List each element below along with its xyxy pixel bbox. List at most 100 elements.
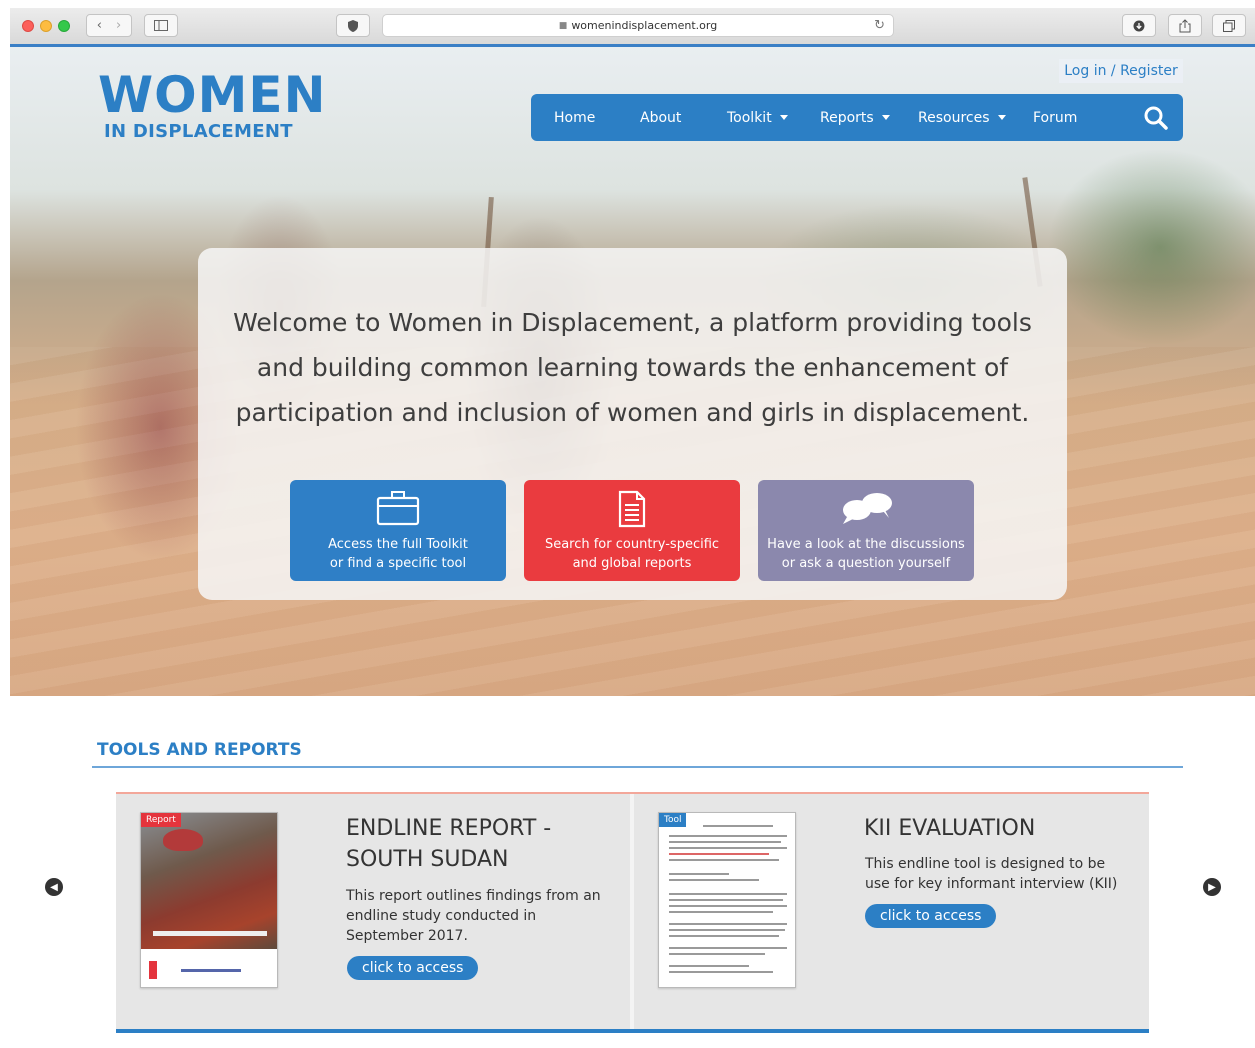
doc-text-line: [669, 879, 759, 881]
privacy-shield-button[interactable]: [336, 14, 370, 37]
forum-cta-button[interactable]: Have a look at the discussions or ask a …: [758, 480, 974, 581]
minimize-window-button[interactable]: [40, 20, 52, 32]
card-title-line: ENDLINE REPORT -: [346, 816, 552, 841]
doc-text-line: [703, 825, 773, 827]
welcome-message: Welcome to Women in Displacement, a plat…: [233, 308, 1032, 427]
tabs-icon: [1223, 19, 1235, 32]
card-description-line: September 2017.: [346, 928, 468, 944]
cover-logo-mark: [149, 961, 157, 979]
cta-label-line: or ask a question yourself: [781, 556, 951, 571]
card-description-line: endline study conducted in: [346, 908, 537, 924]
caret-down-icon: [779, 115, 788, 120]
carousel-next-button[interactable]: ▶: [1203, 878, 1221, 896]
doc-text-line: [669, 859, 779, 861]
nav-resources[interactable]: Resources: [918, 94, 1006, 141]
logo-subtitle: IN DISPLACEMENT: [104, 121, 293, 142]
cta-label-line: Search for country-specific: [544, 537, 720, 552]
lock-icon: ■: [558, 20, 568, 31]
reload-icon[interactable]: ↻: [874, 18, 885, 33]
reports-cta-button[interactable]: Search for country-specific and global r…: [524, 480, 740, 581]
chevron-right-icon: ▶: [1208, 881, 1216, 893]
report-tag: Report: [141, 813, 181, 827]
chevron-left-icon: ◀: [50, 881, 58, 893]
nav-home-label: Home: [554, 109, 596, 126]
site-logo[interactable]: WOMEN IN DISPLACEMENT: [98, 69, 326, 142]
caret-down-icon: [997, 115, 1006, 120]
section-divider: [92, 766, 1183, 768]
sidebar-icon: [154, 20, 168, 31]
doc-text-line: [669, 841, 781, 843]
cover-title-bar: [153, 931, 267, 936]
card-description: This report outlines findings from an en…: [346, 886, 601, 946]
doc-text-line: [669, 947, 787, 949]
nav-reports[interactable]: Reports: [820, 94, 890, 141]
doc-text-line: [669, 899, 783, 901]
nav-reports-label: Reports: [820, 109, 874, 126]
download-icon: [1133, 20, 1145, 31]
click-to-access-button[interactable]: click to access: [347, 956, 479, 980]
tools-reports-heading: TOOLS AND REPORTS: [97, 740, 302, 760]
nav-resources-label: Resources: [918, 109, 990, 126]
nav-toolkit-label: Toolkit: [727, 109, 772, 126]
card-title: ENDLINE REPORT - SOUTH SUDAN: [346, 813, 551, 875]
report-cover-thumbnail[interactable]: Report: [140, 812, 278, 988]
cta-label: Have a look at the discussions or ask a …: [758, 535, 974, 573]
tool-document-thumbnail[interactable]: Tool: [658, 812, 796, 988]
search-icon[interactable]: [1143, 105, 1169, 131]
back-icon[interactable]: ‹: [97, 18, 102, 33]
doc-text-line: [669, 853, 769, 855]
click-to-access-button[interactable]: click to access: [865, 904, 997, 928]
card-description: This endline tool is designed to be use …: [865, 854, 1117, 894]
card-description-line: This endline tool is designed to be: [865, 856, 1106, 872]
doc-text-line: [669, 935, 779, 937]
welcome-panel: Welcome to Women in Displacement, a plat…: [198, 248, 1067, 600]
share-icon: [1179, 18, 1191, 32]
carousel-prev-button[interactable]: ◀: [45, 878, 63, 896]
downloads-button[interactable]: [1122, 14, 1156, 37]
doc-text-line: [669, 911, 773, 913]
nav-home[interactable]: Home: [554, 94, 595, 141]
cover-photo-headscarf: [163, 829, 203, 851]
nav-toolkit[interactable]: Toolkit: [727, 94, 788, 141]
browser-toolbar: ‹ › ■ womenindisplacement.org ↻: [10, 8, 1255, 45]
share-button[interactable]: [1168, 14, 1202, 37]
doc-text-line: [669, 953, 765, 955]
back-forward-buttons[interactable]: ‹ ›: [86, 14, 132, 37]
doc-text-line: [669, 893, 787, 895]
doc-text-line: [669, 847, 787, 849]
cta-label-line: or find a specific tool: [329, 556, 467, 571]
sidebar-toggle-button[interactable]: [144, 14, 178, 37]
card-description-line: This report outlines findings from an: [346, 888, 601, 904]
doc-text-line: [669, 929, 785, 931]
url-text: womenindisplacement.org: [571, 19, 718, 32]
cta-label-line: and global reports: [572, 556, 692, 571]
document-icon: [618, 490, 646, 528]
nav-forum[interactable]: Forum: [1033, 94, 1077, 141]
doc-text-line: [669, 873, 729, 875]
cta-label-line: Have a look at the discussions: [767, 537, 965, 552]
close-window-button[interactable]: [22, 20, 34, 32]
caret-down-icon: [881, 115, 890, 120]
doc-text-line: [669, 835, 787, 837]
cover-footer-line: [181, 969, 241, 972]
toolkit-cta-button[interactable]: Access the full Toolkit or find a specif…: [290, 480, 506, 581]
nav-about[interactable]: About: [640, 94, 681, 141]
hero-section: WOMEN IN DISPLACEMENT Log in / Register …: [10, 47, 1255, 696]
card-title-line: SOUTH SUDAN: [346, 847, 509, 872]
toolbox-icon: [376, 491, 420, 526]
zoom-window-button[interactable]: [58, 20, 70, 32]
doc-text-line: [669, 923, 787, 925]
cta-label: Search for country-specific and global r…: [524, 535, 740, 573]
cover-photo: [141, 813, 277, 949]
forward-icon[interactable]: ›: [116, 18, 121, 33]
card-title: KII EVALUATION: [864, 816, 1036, 841]
doc-text-line: [669, 965, 749, 967]
tabs-overview-button[interactable]: [1212, 14, 1246, 37]
nav-about-label: About: [640, 109, 682, 126]
address-bar[interactable]: ■ womenindisplacement.org ↻: [382, 14, 894, 37]
cta-label: Access the full Toolkit or find a specif…: [290, 535, 506, 573]
shield-icon: [348, 19, 358, 32]
main-nav: Home About Toolkit Reports Resources For…: [531, 94, 1183, 141]
login-register-link[interactable]: Log in / Register: [1059, 59, 1183, 83]
logo-wordmark: WOMEN: [98, 66, 327, 124]
